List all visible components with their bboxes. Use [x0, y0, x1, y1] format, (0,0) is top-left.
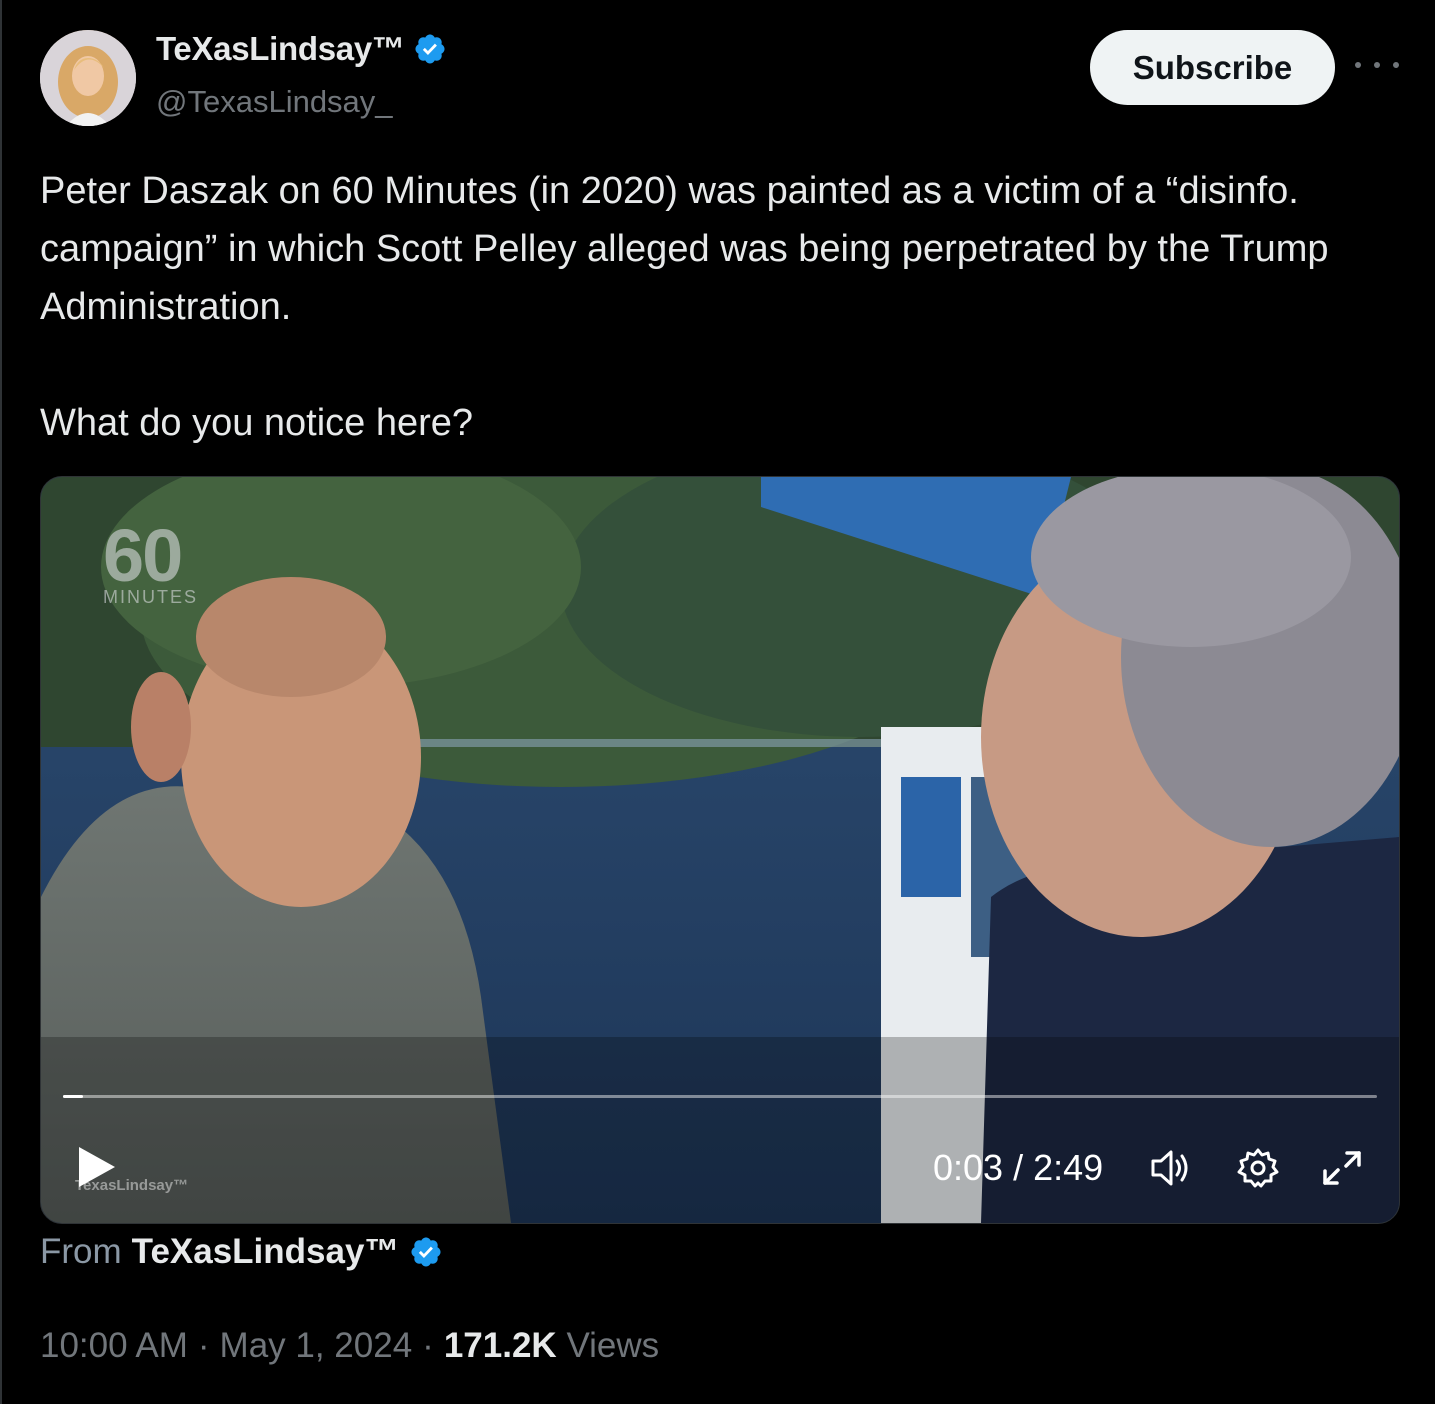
tweet-meta: 10:00 AM · May 1, 2024 · 171.2K Views: [40, 1326, 659, 1366]
verified-badge-icon: [411, 1237, 441, 1267]
progress-fill: [63, 1095, 83, 1098]
settings-gear-icon[interactable]: [1233, 1145, 1283, 1191]
progress-bar[interactable]: [63, 1095, 1377, 1098]
video-player[interactable]: 60 MINUTES TexasLindsay™ 0:03 / 2:49: [40, 476, 1400, 1224]
author-display-name[interactable]: TeXasLindsay™: [156, 30, 405, 68]
author-name-row[interactable]: TeXasLindsay™: [156, 30, 447, 68]
video-attribution: From TeXasLindsay™: [40, 1232, 443, 1272]
more-horizontal-icon[interactable]: [1355, 50, 1399, 80]
video-frame-image: [41, 477, 1399, 1223]
author-handle[interactable]: @TexasLindsay_: [156, 84, 393, 120]
from-author-link[interactable]: TeXasLindsay™: [132, 1232, 400, 1272]
tweet-time[interactable]: 10:00 AM: [40, 1326, 188, 1366]
more-dot: [1393, 62, 1399, 68]
play-icon[interactable]: [75, 1145, 119, 1189]
volume-icon[interactable]: [1147, 1145, 1197, 1191]
tweet-paragraph: Peter Daszak on 60 Minutes (in 2020) was…: [40, 170, 1329, 328]
tweet-paragraph: What do you notice here?: [40, 402, 474, 444]
views-label: Views: [566, 1326, 660, 1365]
tweet-date[interactable]: May 1, 2024: [220, 1326, 413, 1366]
more-dot: [1374, 62, 1380, 68]
logo-word: MINUTES: [103, 587, 198, 607]
views-count: 171.2K: [443, 1326, 557, 1365]
sixty-minutes-logo: 60 MINUTES: [103, 514, 198, 608]
subscribe-button[interactable]: Subscribe: [1090, 30, 1335, 105]
left-border: [0, 0, 2, 1404]
more-dot: [1355, 62, 1361, 68]
avatar[interactable]: [40, 30, 136, 126]
meta-separator: ·: [422, 1326, 434, 1365]
tweet-text: Peter Daszak on 60 Minutes (in 2020) was…: [40, 162, 1410, 452]
fullscreen-icon[interactable]: [1317, 1145, 1367, 1191]
logo-number: 60: [103, 514, 183, 597]
meta-separator: ·: [197, 1326, 210, 1365]
from-label: From: [40, 1232, 122, 1271]
video-time: 0:03 / 2:49: [933, 1147, 1104, 1188]
avatar-image: [40, 30, 136, 126]
verified-badge-icon: [415, 34, 445, 64]
